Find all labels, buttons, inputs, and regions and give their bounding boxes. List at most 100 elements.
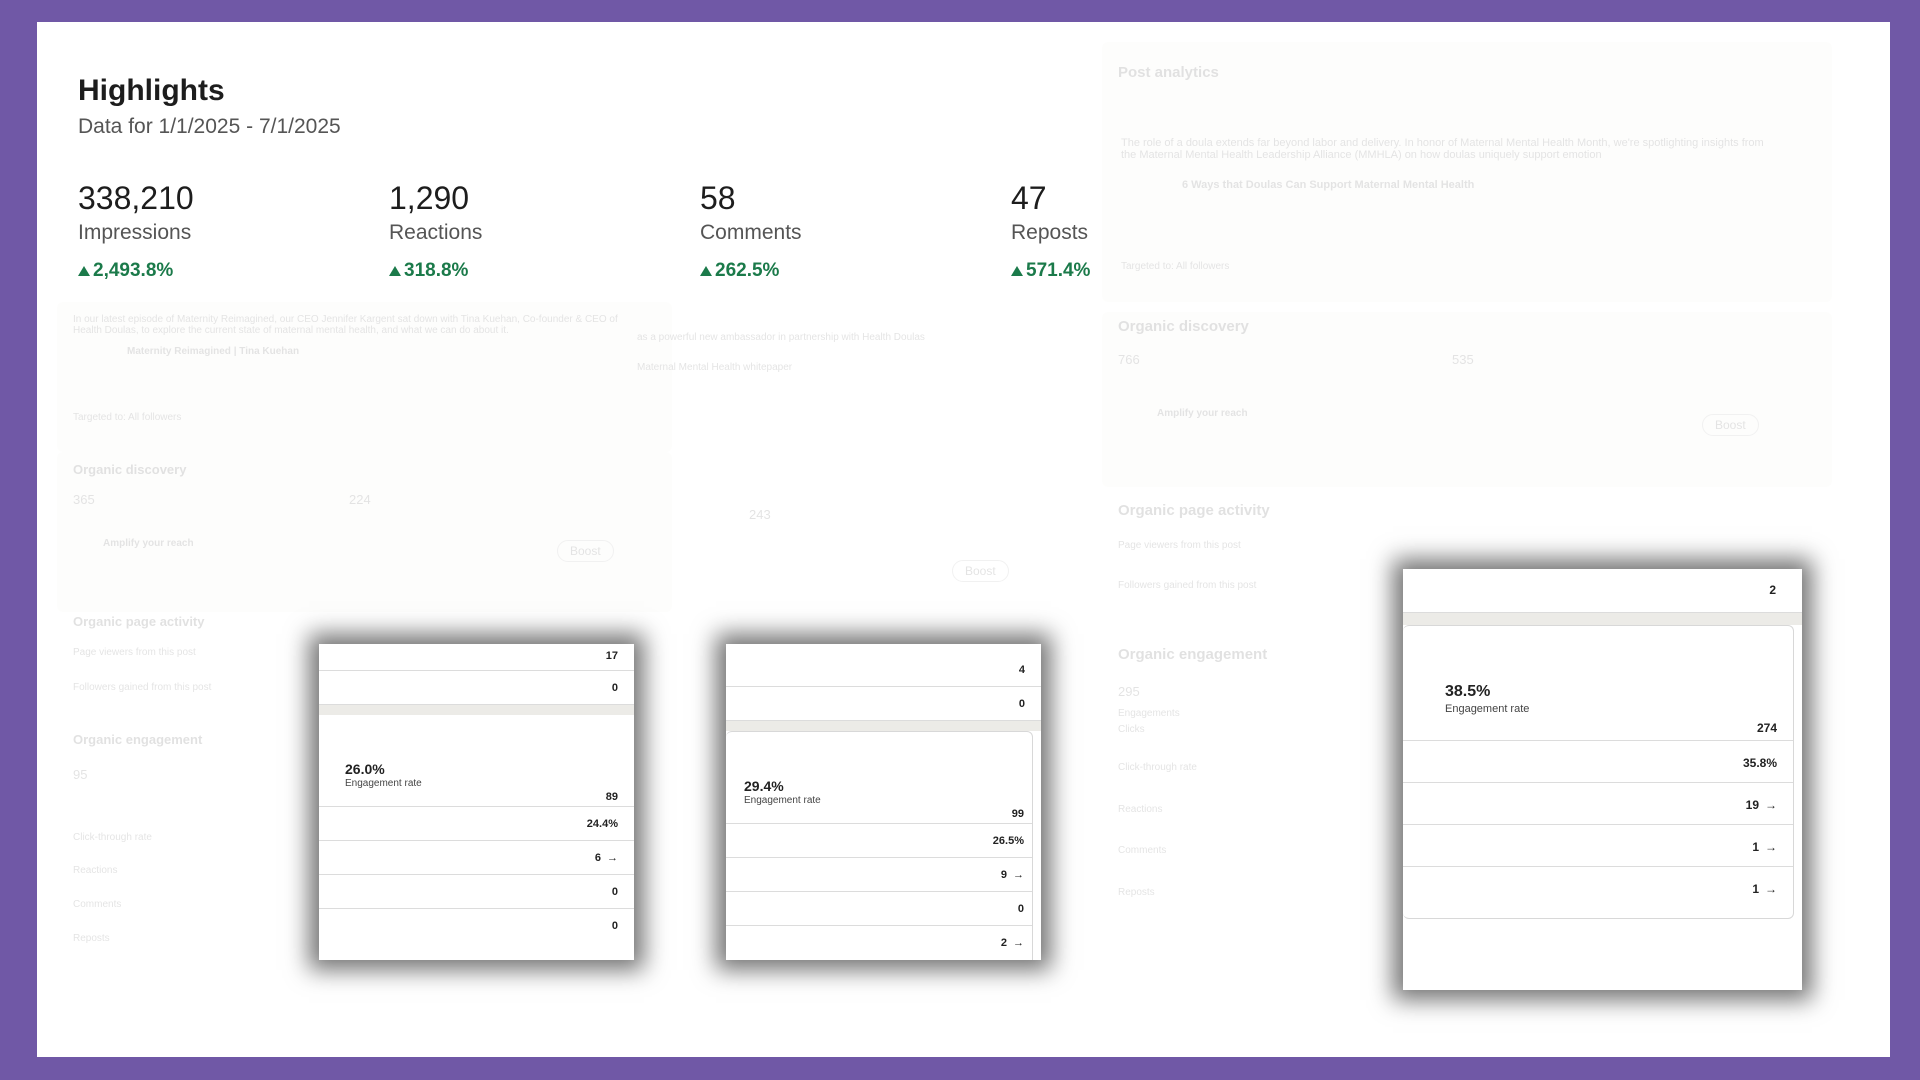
bg-num-d: 766: [1118, 352, 1140, 367]
bg-followers-left: Followers gained from this post: [73, 682, 212, 693]
bg-num-g: 295: [1118, 684, 1140, 699]
bg-middle-article: Maternal Mental Health whitepaper: [637, 362, 793, 373]
ctr-row: 26.5%: [726, 823, 1032, 858]
zoom-value: 19: [1745, 798, 1759, 812]
stat-change-value: 318.8%: [404, 260, 469, 281]
stat-label: Reposts: [1011, 221, 1089, 244]
bg-organic-page-activity-title: Organic page activity: [1118, 502, 1270, 519]
stat-label: Reactions: [389, 221, 483, 244]
highlights-title: Highlights: [78, 74, 225, 107]
zoom-value: 0: [611, 886, 618, 898]
arrow-right-icon[interactable]: →: [1013, 869, 1024, 881]
zoom-value-with-arrow: 6 →: [595, 852, 618, 864]
stat-label: Impressions: [78, 221, 192, 244]
reactions-row[interactable]: 19 →: [1403, 782, 1793, 825]
stat-reactions: 1,290 Reactions 318.8%: [389, 178, 482, 282]
bg-post-analytics-title: Post analytics: [1118, 64, 1219, 81]
date-range: Data for 1/1/2025 - 7/1/2025: [78, 115, 341, 138]
reposts-row: 0: [319, 908, 634, 942]
zoom-value: 9: [1000, 869, 1007, 881]
zoom-row: 0: [319, 670, 634, 705]
bg-reactions-left: Reactions: [73, 865, 118, 876]
bg-amplify-left: Amplify your reach: [103, 538, 194, 549]
bg-boost-left: Boost: [557, 540, 614, 562]
bg-comments: Comments: [1118, 845, 1167, 856]
zoom-value: 0: [611, 682, 618, 694]
bg-reposts: Reposts: [1118, 887, 1155, 898]
bg-left-article: Maternity Reimagined | Tina Kuehan: [127, 346, 300, 357]
bg-middle-text: as a powerful new ambassador in partners…: [637, 332, 925, 343]
ctr-row: 24.4%: [319, 806, 634, 841]
bg-reactions: Reactions: [1118, 804, 1163, 815]
stat-change: 2,493.8%: [78, 260, 194, 282]
bg-amplify-right: Amplify your reach: [1157, 408, 1248, 419]
stat-value: 58: [700, 180, 736, 216]
stat-reposts: 47 Reposts 571.4%: [1011, 178, 1090, 282]
reposts-row[interactable]: 2 →: [726, 925, 1032, 959]
bg-reposts-left: Reposts: [73, 933, 110, 944]
zoom-value-with-arrow: 9 →: [1001, 869, 1024, 881]
highlights-card: In our latest episode of Maternity Reima…: [37, 22, 1890, 1057]
bg-organic-engagement-left: Organic engagement: [73, 732, 203, 747]
engagement-row: 274: [1403, 701, 1793, 741]
zoom-value: 89: [605, 791, 618, 803]
zoom-value: 2: [1769, 583, 1776, 597]
zoom-value: 17: [605, 650, 618, 662]
bg-boost-right: Boost: [1702, 414, 1759, 436]
arrow-right-icon[interactable]: →: [1765, 882, 1777, 896]
engagement-card: 26.0% Engagement rate 89 24.4% 6 → 0 0: [319, 715, 634, 955]
bg-organic-discovery-title: Organic discovery: [1118, 318, 1249, 335]
bg-page-viewers-left: Page viewers from this post: [73, 647, 196, 658]
arrow-right-icon[interactable]: →: [1013, 937, 1024, 949]
reposts-row[interactable]: 1 →: [1403, 866, 1793, 908]
zoom-separator: [726, 721, 1041, 731]
zoom-panel-post-2: 4 0 29.4% Engagement rate 99 26.5% 9 → 0 …: [726, 644, 1041, 960]
bg-organic-discovery-panel: [1102, 312, 1832, 487]
arrow-right-icon[interactable]: →: [1765, 840, 1777, 854]
zoom-value: 0: [1017, 903, 1024, 915]
zoom-row: 2: [1403, 569, 1802, 613]
zoom-panel-post-3: 0 2 38.5% Engagement rate 274 35.8% 19→ …: [1403, 569, 1802, 990]
zoom-value: 2: [1000, 937, 1007, 949]
bg-num-e: 535: [1452, 352, 1474, 367]
bg-organic-discovery-left-title: Organic discovery: [73, 462, 187, 477]
stat-change-value: 262.5%: [715, 260, 780, 281]
bg-comments-left: Comments: [73, 899, 122, 910]
zoom-value: 4: [1018, 664, 1025, 676]
comments-row[interactable]: 1 →: [1403, 824, 1793, 867]
arrow-right-icon[interactable]: →: [607, 852, 618, 864]
bg-num-a: 365: [73, 492, 95, 507]
stat-impressions: 338,210 Impressions 2,493.8%: [78, 178, 194, 282]
bg-left-targeted: Targeted to: All followers: [73, 412, 182, 423]
engagement-row: 99: [726, 792, 1032, 824]
bg-clicks: Clicks: [1118, 724, 1145, 735]
zoom-value: 99: [1011, 808, 1024, 820]
stat-change: 571.4%: [1011, 260, 1090, 282]
arrow-right-icon[interactable]: →: [1765, 798, 1777, 812]
engagement-card: 38.5% Engagement rate 274 35.8% 19 → 1 → 1…: [1403, 625, 1794, 919]
triangle-up-icon: [78, 266, 90, 276]
zoom-value-with-arrow: 1 →: [1752, 882, 1777, 896]
stat-value: 1,290: [389, 180, 470, 216]
zoom-panel-post-1: 17 0 26.0% Engagement rate 89 24.4% 6 → 0…: [319, 644, 634, 960]
zoom-value: 0: [1018, 698, 1025, 710]
stat-change-value: 571.4%: [1026, 260, 1091, 281]
reactions-row[interactable]: 9 →: [726, 857, 1032, 892]
zoom-value-with-arrow: 19 →: [1746, 798, 1777, 812]
triangle-up-icon: [389, 266, 401, 276]
zoom-value: 1: [1752, 882, 1759, 896]
bg-left-post-text: In our latest episode of Maternity Reima…: [73, 314, 618, 336]
reactions-row[interactable]: 6 →: [319, 840, 634, 875]
bg-engagements: Engagements: [1118, 708, 1180, 719]
stat-comments: 58 Comments 262.5%: [700, 178, 802, 282]
zoom-value-with-arrow: 1 →: [1752, 840, 1777, 854]
comments-row: 0: [319, 874, 634, 909]
bg-num-c: 243: [749, 507, 771, 522]
zoom-row: 0: [726, 686, 1041, 721]
stat-change: 262.5%: [700, 260, 802, 282]
engagement-rate-value: 38.5%: [1445, 683, 1491, 700]
zoom-value-with-arrow: 2 →: [1001, 937, 1024, 949]
zoom-value: 274: [1756, 721, 1777, 735]
zoom-value: 35.8%: [1742, 756, 1777, 770]
bg-page-viewers: Page viewers from this post: [1118, 540, 1241, 551]
